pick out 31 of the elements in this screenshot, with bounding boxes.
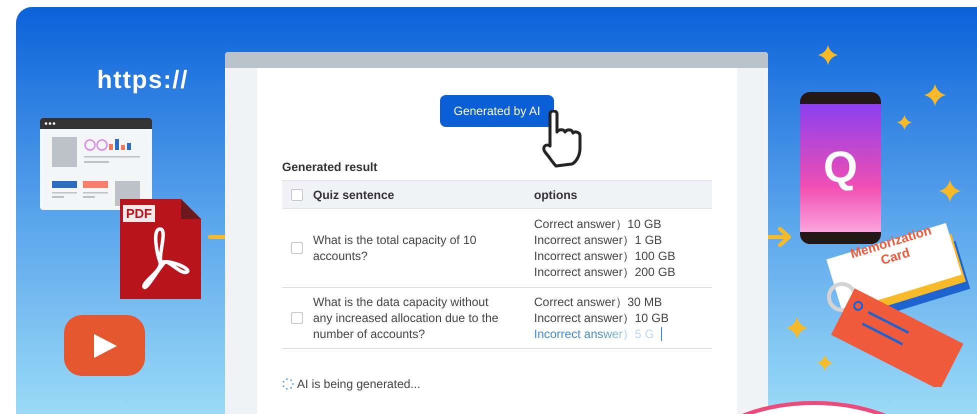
pointing-hand-icon [540,110,584,168]
video-play-icon [64,315,145,376]
web-page-icon [40,118,153,211]
pdf-label: PDF [123,205,155,222]
sparkle-icon [939,180,961,202]
url-label: https:// [97,66,188,95]
question-cell-text: What is the total capacity of 10 accounts? [313,232,478,264]
option-text: Incorrect answer）1 GB [534,232,664,248]
section-title: Generated result [282,160,378,174]
option-text: Correct answer）10 GB [534,216,662,232]
option-text: Incorrect answer）10 GB [534,310,669,326]
text-cursor [661,327,662,341]
sparkle-icon [786,317,808,339]
column-header: Quiz sentence [313,188,396,202]
sparkle-icon [817,355,833,371]
question-letter: Q [823,143,858,193]
option-text: Incorrect answer）200 GB [534,264,676,280]
status-text: AI is being generated... [297,377,420,391]
loading-spinner-icon [282,378,294,390]
column-header: options [534,188,578,202]
generate-button[interactable]: Generated by AI [440,95,554,127]
checkbox[interactable] [291,312,303,324]
sparkle-icon [924,84,946,106]
question-cell-text: What is the data capacity without any increased allocation due to the number of accounts? [313,294,500,342]
option-text: Incorrect answer）100 GB [534,248,676,264]
option-text: Correct answer）30 MB [534,294,664,310]
checkbox[interactable] [291,242,303,254]
pdf-file-icon [120,199,201,299]
sparkle-icon [897,115,912,130]
sparkle-icon [818,45,838,65]
checkbox[interactable] [291,188,303,200]
